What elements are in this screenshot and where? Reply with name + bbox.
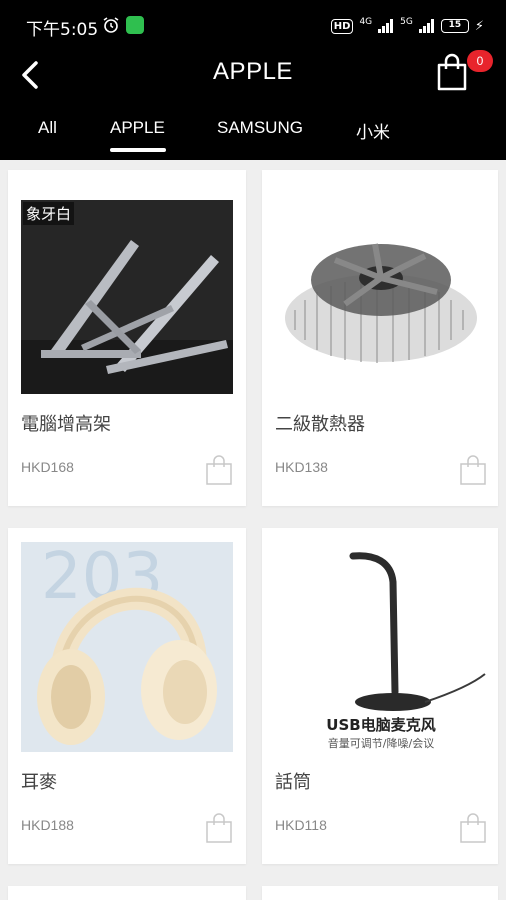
product-card-partial[interactable] xyxy=(262,886,498,900)
product-name[interactable]: 二級散熱器 xyxy=(275,410,365,436)
product-name[interactable]: 話筒 xyxy=(275,768,311,794)
tab-active-indicator xyxy=(110,148,166,152)
product-image-laptop-stand[interactable]: 象牙白 xyxy=(21,200,233,394)
product-card[interactable]: USB电脑麦克风 音量可调节/降噪/会议 話筒 HKD118 xyxy=(262,528,498,864)
tab-samsung[interactable]: SAMSUNG xyxy=(217,118,303,138)
signal-icon-2 xyxy=(418,19,434,33)
add-to-cart-bag-icon[interactable] xyxy=(204,812,234,844)
add-to-cart-bag-icon[interactable] xyxy=(204,454,234,486)
page-title: APPLE xyxy=(213,58,293,85)
cart-count-badge: 0 xyxy=(467,50,493,72)
alarm-icon xyxy=(103,17,119,33)
battery-indicator: 15 xyxy=(440,19,469,33)
status-indicators: HD 4G 5G 15 ⚡ xyxy=(330,16,484,36)
product-name[interactable]: 耳麥 xyxy=(21,768,57,794)
product-card[interactable]: 203 耳麥 HKD188 xyxy=(8,528,246,864)
product-card[interactable]: 二級散熱器 HKD138 xyxy=(262,170,498,506)
wechat-icon xyxy=(126,16,144,34)
product-price: HKD168 xyxy=(21,459,74,475)
image-tag: 象牙白 xyxy=(23,202,75,225)
status-bar: 下午5:05 HD 4G 5G 15 ⚡ xyxy=(0,0,506,50)
add-to-cart-bag-icon[interactable] xyxy=(458,812,488,844)
add-to-cart-bag-icon[interactable] xyxy=(458,454,488,486)
app-header: APPLE 0 All APPLE SAMSUNG 小米 xyxy=(0,50,506,160)
product-name[interactable]: 電腦增高架 xyxy=(21,410,111,436)
product-price: HKD188 xyxy=(21,817,74,833)
hd-badge: HD xyxy=(330,18,354,34)
cpu-cooler-image xyxy=(275,200,487,394)
net-4g: 4G xyxy=(359,17,373,27)
image-caption: USB电脑麦克风 xyxy=(326,716,436,734)
product-price: HKD138 xyxy=(275,459,328,475)
shopping-bag-icon[interactable] xyxy=(434,52,470,92)
status-time: 下午5:05 xyxy=(26,20,99,40)
tab-all[interactable]: All xyxy=(38,118,57,138)
product-image-headphones[interactable]: 203 xyxy=(21,542,233,752)
product-image-cpu-cooler[interactable] xyxy=(275,200,487,394)
tab-apple[interactable]: APPLE xyxy=(110,118,165,138)
product-image-microphone[interactable]: USB电脑麦克风 音量可调节/降噪/会议 xyxy=(275,542,487,752)
headphones-image: 203 xyxy=(21,542,233,752)
product-card[interactable]: 象牙白 電腦增高架 HKD168 xyxy=(8,170,246,506)
charging-icon: ⚡ xyxy=(474,18,484,34)
laptop-stand-image xyxy=(21,200,233,394)
product-card-partial[interactable] xyxy=(8,886,246,900)
net-5g: 5G xyxy=(400,17,413,27)
signal-icon xyxy=(378,19,394,33)
image-subcaption: 音量可调节/降噪/会议 xyxy=(327,737,435,750)
category-tabs: All APPLE SAMSUNG 小米 xyxy=(0,116,506,156)
product-price: HKD118 xyxy=(275,817,327,833)
tab-xiaomi[interactable]: 小米 xyxy=(356,118,390,143)
